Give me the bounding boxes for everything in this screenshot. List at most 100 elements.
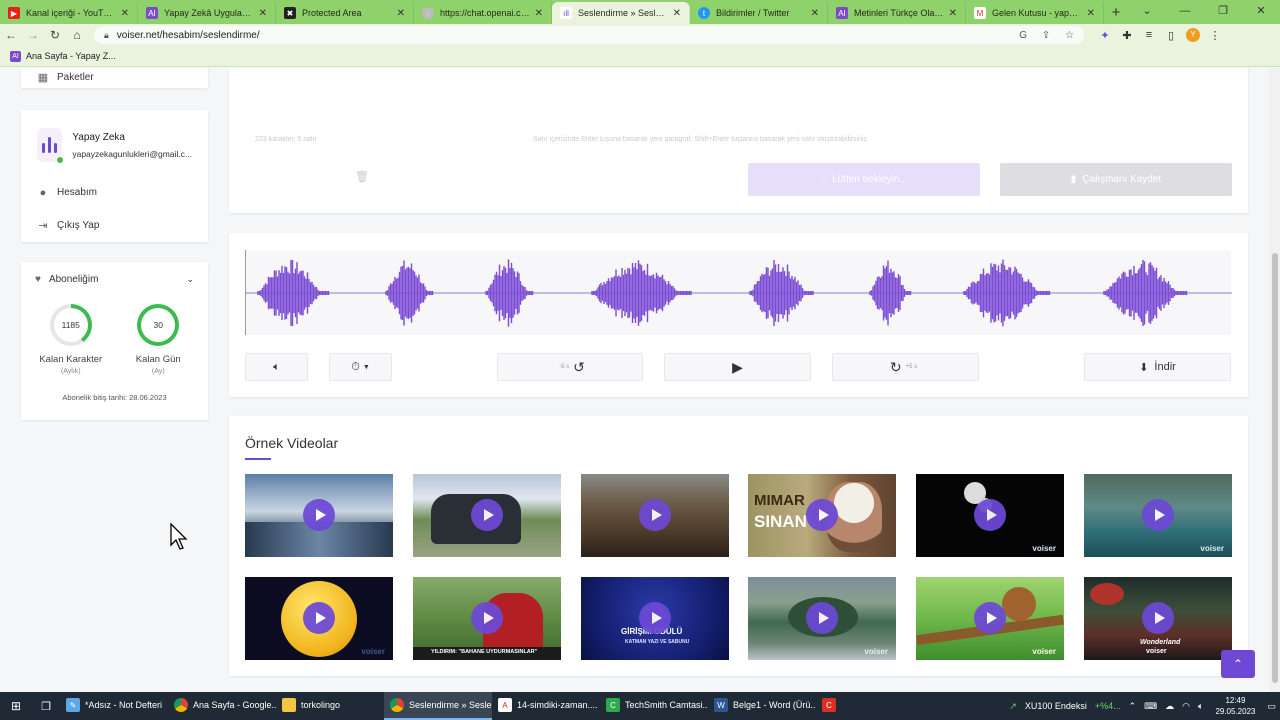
download-button[interactable]: ⬇ İndir [1084, 353, 1231, 381]
back-icon[interactable]: ← [0, 28, 22, 42]
task-view-icon[interactable]: ❐ [32, 700, 60, 713]
notification-icon[interactable]: ▭ [1267, 701, 1276, 712]
system-clock[interactable]: 12:49 29.05.2023 [1215, 695, 1255, 717]
save-work-button[interactable]: ▮ Çalışmanı Kaydet [1000, 163, 1232, 196]
close-icon[interactable]: ✕ [811, 8, 819, 19]
video-thumbnail[interactable]: voiser [916, 577, 1064, 660]
video-thumbnail[interactable]: MIMAR SINAN [748, 474, 896, 557]
taskbar-app-chrome-seslendirme[interactable]: Seslendirme » Sesle... [384, 692, 492, 720]
browser-tab-seslendirme[interactable]: ıll Seslendirme » Seslendirme ✕ [552, 2, 690, 24]
close-icon[interactable]: ✕ [535, 8, 543, 19]
new-tab-button[interactable]: + [1104, 2, 1128, 24]
sidebar-item-account[interactable]: ● Hesabım [21, 176, 208, 209]
volume-icon[interactable]: 🔈︎ [1198, 701, 1203, 712]
wait-button[interactable]: ◌ Lütfen bekleyin... [748, 163, 980, 196]
video-thumbnail[interactable] [581, 474, 729, 557]
close-icon[interactable]: ✕ [397, 8, 405, 19]
sidepanel-icon[interactable]: ▯ [1160, 29, 1182, 42]
browser-tab-twitter[interactable]: t Bildirimler / Twitter ✕ [690, 2, 828, 24]
google-icon[interactable]: G [1019, 30, 1027, 41]
play-icon[interactable] [471, 499, 503, 531]
browser-tab-openai[interactable]: ◌ https://chat.openai.com ✕ [414, 2, 552, 24]
video-thumbnail[interactable]: voiser [1084, 474, 1232, 557]
rewind-5s-button[interactable]: -5 s ↺ [497, 353, 643, 381]
browser-tab-ai[interactable]: AI Yapay Zekâ Uygulamaları... ✕ [138, 2, 276, 24]
section-title: Örnek Videolar [245, 435, 339, 451]
network-icon[interactable]: ⌨ [1144, 701, 1157, 712]
tab-label: Protected Area [302, 8, 362, 18]
browser-tab-protected[interactable]: ✖ Protected Area ✕ [276, 2, 414, 24]
menu-icon[interactable]: ⋮ [1204, 29, 1226, 42]
video-thumbnail[interactable]: YILDIRIM: "BAHANE UYDURMASINLAR" [413, 577, 561, 660]
editor-hint: Satır içerisinde Enter tuşuna basarak ye… [533, 136, 869, 143]
share-icon[interactable]: ⇪ [1042, 30, 1050, 41]
play-icon[interactable] [471, 602, 503, 634]
play-icon[interactable] [974, 499, 1006, 531]
browser-tab-youtube[interactable]: ▶ Kanal içeriği - YouTube St... ✕ [0, 2, 138, 24]
chevron-up-icon[interactable]: ⌃ [1129, 701, 1137, 712]
taskbar-app-chrome-home[interactable]: Ana Sayfa - Google... [168, 692, 276, 720]
video-thumbnail[interactable] [413, 474, 561, 557]
play-button[interactable]: ▶ [664, 353, 811, 381]
scrollbar-thumb[interactable] [1272, 253, 1278, 683]
close-icon[interactable]: ✕ [1087, 8, 1095, 19]
forward-icon[interactable]: → [22, 28, 44, 42]
play-icon[interactable] [639, 602, 671, 634]
taskbar-app-folder[interactable]: torkolingo [276, 692, 384, 720]
play-icon[interactable] [806, 602, 838, 634]
stock-name[interactable]: XU100 Endeksi [1025, 701, 1087, 711]
play-icon[interactable] [303, 499, 335, 531]
reload-icon[interactable]: ↻ [44, 28, 66, 42]
play-icon[interactable] [974, 602, 1006, 634]
close-icon[interactable]: ✕ [949, 8, 957, 19]
close-icon[interactable]: ✕ [121, 8, 129, 19]
star-icon[interactable]: ☆ [1065, 30, 1074, 41]
volume-button[interactable]: 🔈︎ [245, 353, 308, 381]
media-icon[interactable]: ≡ [1138, 29, 1160, 41]
video-thumbnail[interactable]: voiser [916, 474, 1064, 557]
close-icon[interactable]: ✕ [1242, 0, 1280, 24]
bookmark-item[interactable]: Ana Sayfa - Yapay Z... [26, 51, 116, 61]
profile-avatar[interactable]: Y [1186, 28, 1200, 42]
sparkle-icon[interactable]: ✦ [1094, 29, 1116, 42]
play-icon[interactable] [1142, 499, 1174, 531]
close-icon[interactable]: ✕ [259, 8, 267, 19]
play-icon[interactable] [303, 602, 335, 634]
taskbar-app-camtasia-recorder[interactable]: C [816, 692, 846, 720]
sidebar-item-packages[interactable]: ▦ Paketler [21, 68, 208, 88]
restore-icon[interactable]: ❐ [1204, 0, 1242, 24]
forward-5s-button[interactable]: ↻ +5 s [832, 353, 979, 381]
close-icon[interactable]: ✕ [673, 8, 681, 19]
video-thumbnail[interactable]: GİRİŞİM ÖDÜLÜ KATMAN YAZI VE SABUNU [581, 577, 729, 660]
waveform[interactable] [245, 250, 1232, 335]
play-icon[interactable] [806, 499, 838, 531]
puzzle-icon[interactable]: ✚ [1116, 29, 1138, 42]
video-thumbnail[interactable]: Wonderland voiser [1084, 577, 1232, 660]
video-thumbnail[interactable]: voiser [245, 577, 393, 660]
lock-icon[interactable]: 🔒︎ [104, 30, 109, 41]
taskbar-app-camtasia[interactable]: C TechSmith Camtasi... [600, 692, 708, 720]
cloud-icon[interactable]: ☁ [1165, 701, 1174, 712]
video-thumbnail[interactable]: voiser [748, 577, 896, 660]
windows-start-icon[interactable]: ⊞ [0, 699, 32, 713]
speed-dropdown[interactable]: ⏱︎ ▼ [329, 353, 392, 381]
taskbar-app-word[interactable]: W Belge1 - Word (Ürü... [708, 692, 816, 720]
address-bar[interactable]: 🔒︎ voiser.net/hesabim/seslendirme/ G ⇪ ☆ [94, 26, 1084, 44]
browser-tab-metinleri[interactable]: AI Metinleri Türkçe Olarak Se... ✕ [828, 2, 966, 24]
minimize-icon[interactable]: — [1166, 0, 1204, 24]
scroll-to-top-button[interactable]: ⌃ [1221, 650, 1255, 678]
video-thumbnail[interactable] [245, 474, 393, 557]
taskbar-app-notepad[interactable]: ✎ *Adsız - Not Defteri [60, 692, 168, 720]
taskbar-app-pdf[interactable]: A 14-simdiki-zaman.... [492, 692, 600, 720]
play-icon[interactable] [1142, 602, 1174, 634]
home-icon[interactable]: ⌂ [66, 28, 88, 42]
play-icon[interactable] [639, 499, 671, 531]
browser-tab-gmail[interactable]: M Gelen Kutusu - yapayzeka... ✕ [966, 2, 1104, 24]
sidebar-item-logout[interactable]: ⇥ Çıkış Yap [21, 209, 208, 242]
wifi-icon[interactable]: ◠ [1182, 701, 1190, 712]
chevron-down-icon[interactable]: ⌄ [1128, 0, 1166, 24]
clock-date: 29.05.2023 [1215, 707, 1256, 716]
subscription-toggle[interactable]: ♥ Aboneliğim ⌄ [21, 262, 208, 296]
trash-icon[interactable]: 🗑︎ [355, 170, 369, 183]
page-scrollbar[interactable] [1269, 68, 1280, 692]
